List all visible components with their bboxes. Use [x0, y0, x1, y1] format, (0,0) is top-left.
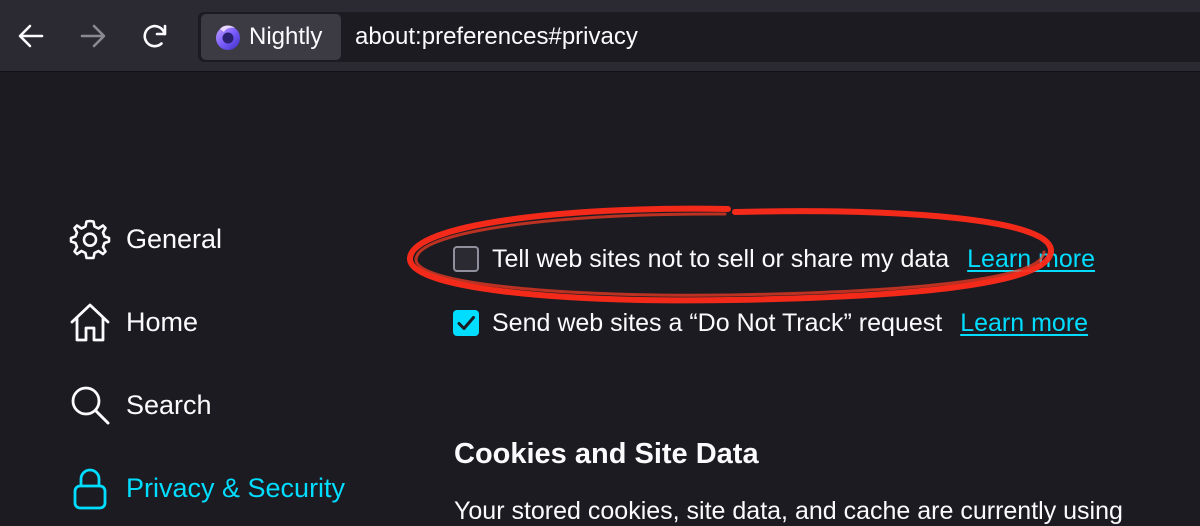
forward-button[interactable]: [73, 16, 113, 56]
nightly-logo-icon: [216, 25, 240, 50]
dnt-label[interactable]: Send web sites a “Do Not Track” request: [492, 309, 942, 338]
reload-icon: [143, 24, 167, 48]
identity-box[interactable]: Nightly: [201, 14, 341, 60]
back-button[interactable]: [11, 16, 51, 56]
gpc-learn-more-link[interactable]: Learn more: [967, 245, 1095, 274]
search-icon: [68, 383, 112, 427]
url-text[interactable]: about:preferences#privacy: [355, 23, 638, 51]
browser-toolbar: Nightly about:preferences#privacy: [0, 0, 1200, 72]
url-bar[interactable]: Nightly about:preferences#privacy: [198, 12, 1200, 62]
sidebar-item-label: Home: [126, 306, 199, 337]
sidebar-item-home[interactable]: Home: [68, 298, 198, 346]
sidebar-item-label: General: [126, 223, 223, 254]
dnt-learn-more-link[interactable]: Learn more: [960, 309, 1088, 338]
reload-button[interactable]: [135, 16, 175, 56]
arrow-left-icon: [18, 24, 44, 48]
sidebar-item-label: Privacy & Security: [126, 472, 346, 503]
arrow-right-icon: [80, 24, 106, 48]
gpc-label[interactable]: Tell web sites not to sell or share my d…: [492, 245, 949, 274]
cookies-usage-text: Your stored cookies, site data, and cach…: [454, 497, 1123, 525]
cookies-section-title: Cookies and Site Data: [454, 438, 759, 470]
pref-gpc-row: Tell web sites not to sell or share my d…: [453, 243, 1095, 275]
gear-icon: [68, 217, 112, 261]
gpc-checkbox[interactable]: [453, 246, 479, 272]
dnt-checkbox[interactable]: [453, 310, 479, 336]
pref-dnt-row: Send web sites a “Do Not Track” request …: [453, 307, 1088, 339]
lock-icon: [68, 466, 112, 510]
sidebar-item-privacy[interactable]: Privacy & Security: [68, 464, 345, 512]
sidebar-item-label: Search: [126, 389, 212, 420]
sidebar-item-search[interactable]: Search: [68, 381, 212, 429]
identity-label: Nightly: [249, 23, 323, 50]
home-icon: [68, 300, 112, 344]
sidebar-item-general[interactable]: General: [68, 215, 222, 263]
checkmark-icon: [457, 316, 475, 330]
